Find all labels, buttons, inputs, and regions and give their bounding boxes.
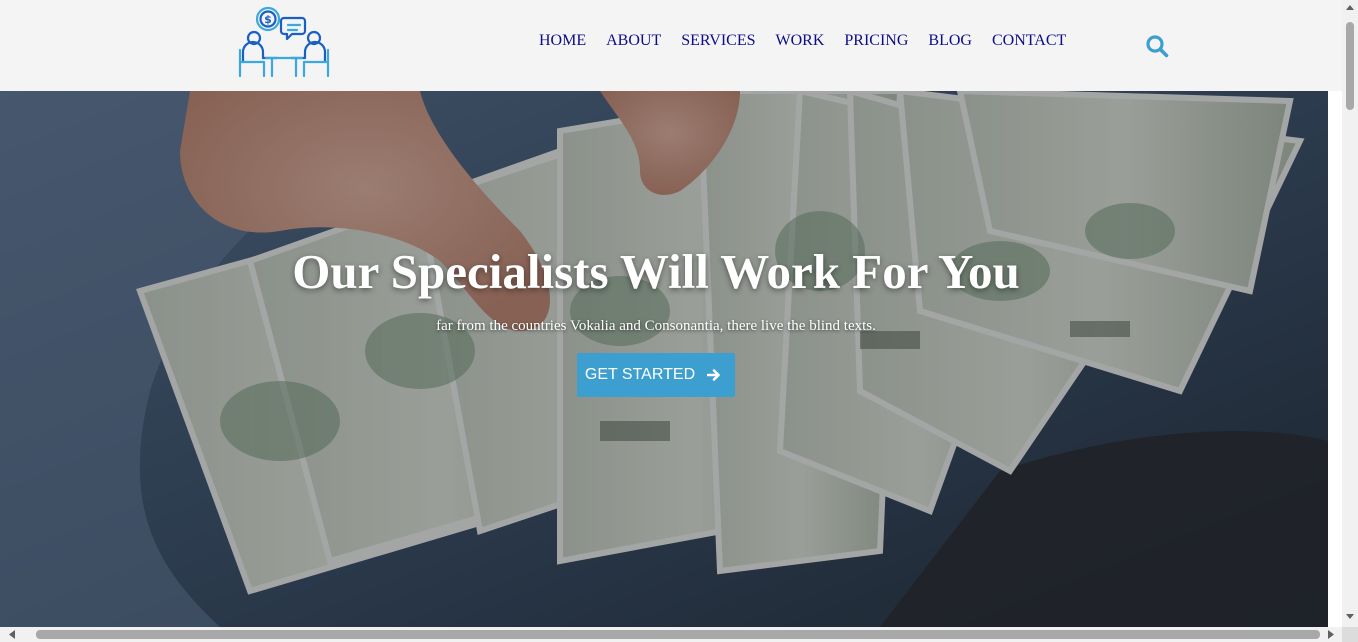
nav-about[interactable]: ABOUT xyxy=(596,31,671,51)
vertical-scrollbar[interactable] xyxy=(1342,0,1358,627)
hero-title: Our Specialists Will Work For You xyxy=(292,244,1020,299)
vertical-scroll-thumb[interactable] xyxy=(1346,22,1354,110)
nav-home[interactable]: HOME xyxy=(529,31,596,51)
scroll-right-arrow-icon[interactable] xyxy=(1326,630,1335,639)
hero-subtitle: far from the countries Vokalia and Conso… xyxy=(436,318,876,334)
nav-pricing[interactable]: PRICING xyxy=(834,31,918,51)
search-icon[interactable] xyxy=(1145,34,1169,58)
logo-consultation-icon[interactable]: $ xyxy=(236,6,332,82)
hero-section: Our Specialists Will Work For You far fr… xyxy=(0,91,1328,627)
get-started-label: GET STARTED xyxy=(584,366,696,383)
scroll-up-arrow-icon[interactable] xyxy=(1346,4,1354,12)
nav-work[interactable]: WORK xyxy=(766,31,835,51)
nav-contact[interactable]: CONTACT xyxy=(982,31,1076,51)
main-nav: HOME ABOUT SERVICES WORK PRICING BLOG CO… xyxy=(529,31,1076,51)
nav-services[interactable]: SERVICES xyxy=(671,31,765,51)
site-header: $ HOME ABOUT SERVICES WORK PRICING BLOG … xyxy=(0,0,1342,91)
scroll-down-arrow-icon[interactable] xyxy=(1346,612,1354,620)
scrollbar-corner xyxy=(1342,627,1358,642)
horizontal-scrollbar[interactable] xyxy=(0,627,1342,642)
svg-text:$: $ xyxy=(264,13,272,26)
hero-content: Our Specialists Will Work For You far fr… xyxy=(0,241,1328,397)
arrow-right-icon xyxy=(707,369,720,381)
horizontal-scroll-thumb[interactable] xyxy=(36,630,1320,639)
scroll-left-arrow-icon[interactable] xyxy=(8,630,17,639)
get-started-button[interactable]: GET STARTED xyxy=(576,353,736,397)
nav-blog[interactable]: BLOG xyxy=(918,31,982,51)
